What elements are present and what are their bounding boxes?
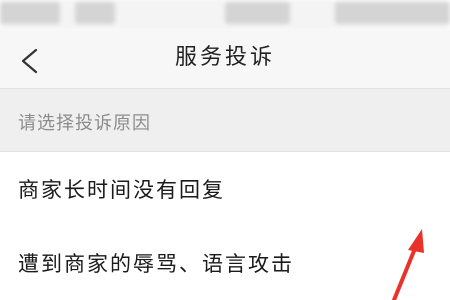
section-header: 请选择投诉原因 [0,88,450,152]
status-bar-blurred-item [335,2,450,24]
status-bar-blurred-item [225,2,290,24]
section-header-label: 请选择投诉原因 [18,113,151,134]
reason-item-no-reply[interactable]: 商家长时间没有回复 [0,152,450,226]
status-bar-blurred-item [75,2,115,24]
reason-item-label: 遭到商家的辱骂、语言攻击 [18,252,294,276]
page-title: 服务投诉 [174,45,275,70]
reason-item-verbal-abuse[interactable]: 遭到商家的辱骂、语言攻击 [0,226,450,300]
navigation-bar: 服务投诉 [0,30,450,88]
status-bar-blurred-item [0,2,60,24]
reason-item-label: 商家长时间没有回复 [18,178,225,202]
complaint-screen: 服务投诉 请选择投诉原因 商家长时间没有回复 遭到商家的辱骂、语言攻击 [0,0,450,300]
status-bar [0,0,450,30]
